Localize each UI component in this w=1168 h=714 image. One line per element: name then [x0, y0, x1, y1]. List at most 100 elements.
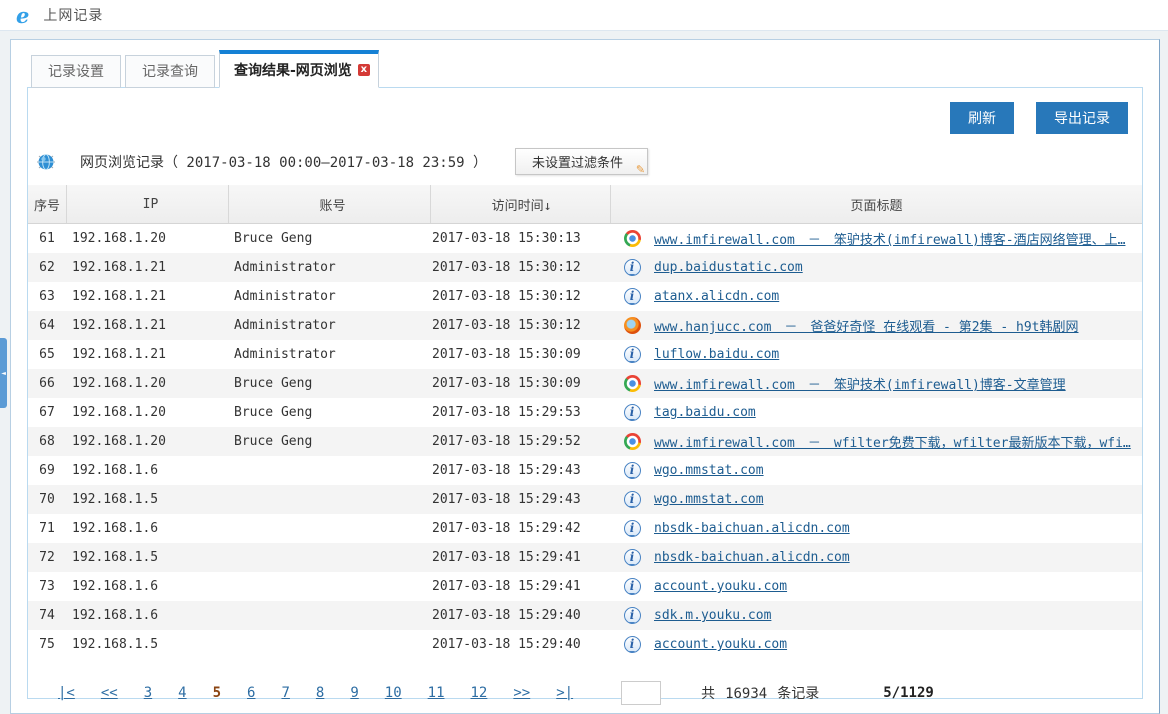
cell-serial: 64	[28, 318, 66, 333]
cell-ip: 192.168.1.5	[66, 492, 228, 507]
page-link-5[interactable]: 5	[213, 685, 221, 701]
prev-page-link[interactable]: <<	[101, 685, 118, 701]
page-link-4[interactable]: 4	[178, 685, 186, 701]
cell-time: 2017-03-18 15:29:43	[430, 463, 610, 478]
cell-account: Administrator	[228, 289, 430, 304]
cell-ip: 192.168.1.5	[66, 637, 228, 652]
table-header: 序号 IP 账号 访问时间↓ 页面标题	[28, 185, 1142, 224]
tab-record-settings[interactable]: 记录设置	[31, 55, 121, 88]
cell-page-title: tag.baidu.com	[654, 405, 1142, 420]
chrome-icon	[624, 230, 641, 247]
cell-account: Administrator	[228, 318, 430, 333]
cell-ip: 192.168.1.6	[66, 608, 228, 623]
col-header-ip: IP	[66, 185, 228, 223]
table-row: 65 192.168.1.21 Administrator 2017-03-18…	[28, 340, 1142, 369]
page-title-link[interactable]: www.imfirewall.com － 笨驴技术(imfirewall)博客-…	[654, 378, 1066, 393]
info-icon: i	[624, 259, 641, 276]
page-title-link[interactable]: tag.baidu.com	[654, 405, 756, 420]
filter-button-label: 未设置过滤条件	[532, 156, 623, 171]
col-header-time[interactable]: 访问时间↓	[430, 185, 610, 223]
table-row: 67 192.168.1.20 Bruce Geng 2017-03-18 15…	[28, 398, 1142, 427]
next-page-link[interactable]: >>	[513, 685, 530, 701]
page-title-link[interactable]: www.hanjucc.com － 爸爸好奇怪 在线观看 - 第2集 - h9t…	[654, 320, 1079, 335]
cell-serial: 63	[28, 289, 66, 304]
cell-account: Bruce Geng	[228, 434, 430, 449]
cell-time: 2017-03-18 15:29:41	[430, 579, 610, 594]
page-title-link[interactable]: dup.baidustatic.com	[654, 260, 803, 275]
page-title-link[interactable]: luflow.baidu.com	[654, 347, 779, 362]
cell-time: 2017-03-18 15:30:12	[430, 260, 610, 275]
page-link-9[interactable]: 9	[350, 685, 358, 701]
cell-account: Administrator	[228, 347, 430, 362]
close-tab-icon[interactable]: x	[358, 64, 370, 76]
cell-time: 2017-03-18 15:30:13	[430, 231, 610, 246]
cell-serial: 68	[28, 434, 66, 449]
cell-ip: 192.168.1.20	[66, 405, 228, 420]
page-link-7[interactable]: 7	[281, 685, 289, 701]
page-indicator: 5/1129	[883, 685, 934, 701]
cell-account: Administrator	[228, 260, 430, 275]
cell-ip: 192.168.1.20	[66, 434, 228, 449]
page-title-link[interactable]: www.imfirewall.com － 笨驴技术(imfirewall)博客-…	[654, 233, 1125, 248]
cell-page-title: wgo.mmstat.com	[654, 463, 1142, 478]
cell-page-title: www.imfirewall.com － 笨驴技术(imfirewall)博客-…	[654, 229, 1142, 248]
cell-ip: 192.168.1.6	[66, 521, 228, 536]
tab-content: 刷新 导出记录 网页浏览记录（ 2017-03-18 00:00—2017-03…	[27, 87, 1143, 699]
tab-query-result-web[interactable]: 查询结果-网页浏览 x	[219, 50, 379, 88]
table-body: 61 192.168.1.20 Bruce Geng 2017-03-18 15…	[28, 224, 1142, 659]
page-link-12[interactable]: 12	[471, 685, 488, 701]
cell-account: Bruce Geng	[228, 231, 430, 246]
tab-record-query[interactable]: 记录查询	[125, 55, 215, 88]
page-title-link[interactable]: wgo.mmstat.com	[654, 463, 764, 478]
page-title-link[interactable]: wgo.mmstat.com	[654, 492, 764, 507]
page-link-8[interactable]: 8	[316, 685, 324, 701]
first-page-link[interactable]: |<	[58, 685, 75, 701]
cell-page-title: luflow.baidu.com	[654, 347, 1142, 362]
cell-time: 2017-03-18 15:29:42	[430, 521, 610, 536]
cell-time: 2017-03-18 15:29:43	[430, 492, 610, 507]
export-records-button[interactable]: 导出记录	[1036, 102, 1128, 134]
page-link-10[interactable]: 10	[385, 685, 402, 701]
cell-page-title: sdk.m.youku.com	[654, 608, 1142, 623]
query-title: 网页浏览记录（ 2017-03-18 00:00—2017-03-18 23:5…	[80, 152, 487, 172]
cell-page-title: account.youku.com	[654, 579, 1142, 594]
page-title-link[interactable]: atanx.alicdn.com	[654, 289, 779, 304]
cell-page-title: www.imfirewall.com － wfilter免费下载，wfilter…	[654, 432, 1142, 451]
chrome-icon	[624, 433, 641, 450]
table-row: 73 192.168.1.6 2017-03-18 15:29:41 i acc…	[28, 572, 1142, 601]
table-row: 72 192.168.1.5 2017-03-18 15:29:41 i nbs…	[28, 543, 1142, 572]
page-title-link[interactable]: nbsdk-baichuan.alicdn.com	[654, 550, 850, 565]
refresh-button[interactable]: 刷新	[950, 102, 1014, 134]
page-jump-input[interactable]	[621, 681, 661, 705]
page-link-6[interactable]: 6	[247, 685, 255, 701]
table-row: 75 192.168.1.5 2017-03-18 15:29:40 i acc…	[28, 630, 1142, 659]
table-row: 69 192.168.1.6 2017-03-18 15:29:43 i wgo…	[28, 456, 1142, 485]
col-header-account: 账号	[228, 185, 430, 223]
tab-label: 查询结果-网页浏览	[234, 60, 352, 80]
page-title-link[interactable]: account.youku.com	[654, 637, 787, 652]
filter-button[interactable]: 未设置过滤条件 ✎	[515, 148, 648, 175]
info-icon: i	[624, 491, 641, 508]
sidebar-collapse-handle[interactable]: ◄	[0, 338, 7, 408]
main-panel: 记录设置 记录查询 查询结果-网页浏览 x 刷新 导出记录 网页浏览记录（	[10, 39, 1160, 714]
cell-ip: 192.168.1.21	[66, 347, 228, 362]
ie-browser-icon: e	[16, 5, 29, 26]
cell-serial: 70	[28, 492, 66, 507]
cell-page-title: nbsdk-baichuan.alicdn.com	[654, 550, 1142, 565]
last-page-link[interactable]: >|	[556, 685, 573, 701]
table-row: 68 192.168.1.20 Bruce Geng 2017-03-18 15…	[28, 427, 1142, 456]
page-link-3[interactable]: 3	[144, 685, 152, 701]
info-icon: i	[624, 462, 641, 479]
col-header-title: 页面标题	[610, 185, 1142, 223]
page-title-link[interactable]: account.youku.com	[654, 579, 787, 594]
page-title-link[interactable]: nbsdk-baichuan.alicdn.com	[654, 521, 850, 536]
cell-serial: 74	[28, 608, 66, 623]
page-title-link[interactable]: www.imfirewall.com － wfilter免费下载，wfilter…	[654, 436, 1131, 451]
page-link-11[interactable]: 11	[428, 685, 445, 701]
cell-ip: 192.168.1.20	[66, 376, 228, 391]
cell-serial: 66	[28, 376, 66, 391]
cell-serial: 75	[28, 637, 66, 652]
page-title-link[interactable]: sdk.m.youku.com	[654, 608, 771, 623]
top-bar: e 上网记录	[0, 0, 1168, 31]
cell-time: 2017-03-18 15:29:53	[430, 405, 610, 420]
